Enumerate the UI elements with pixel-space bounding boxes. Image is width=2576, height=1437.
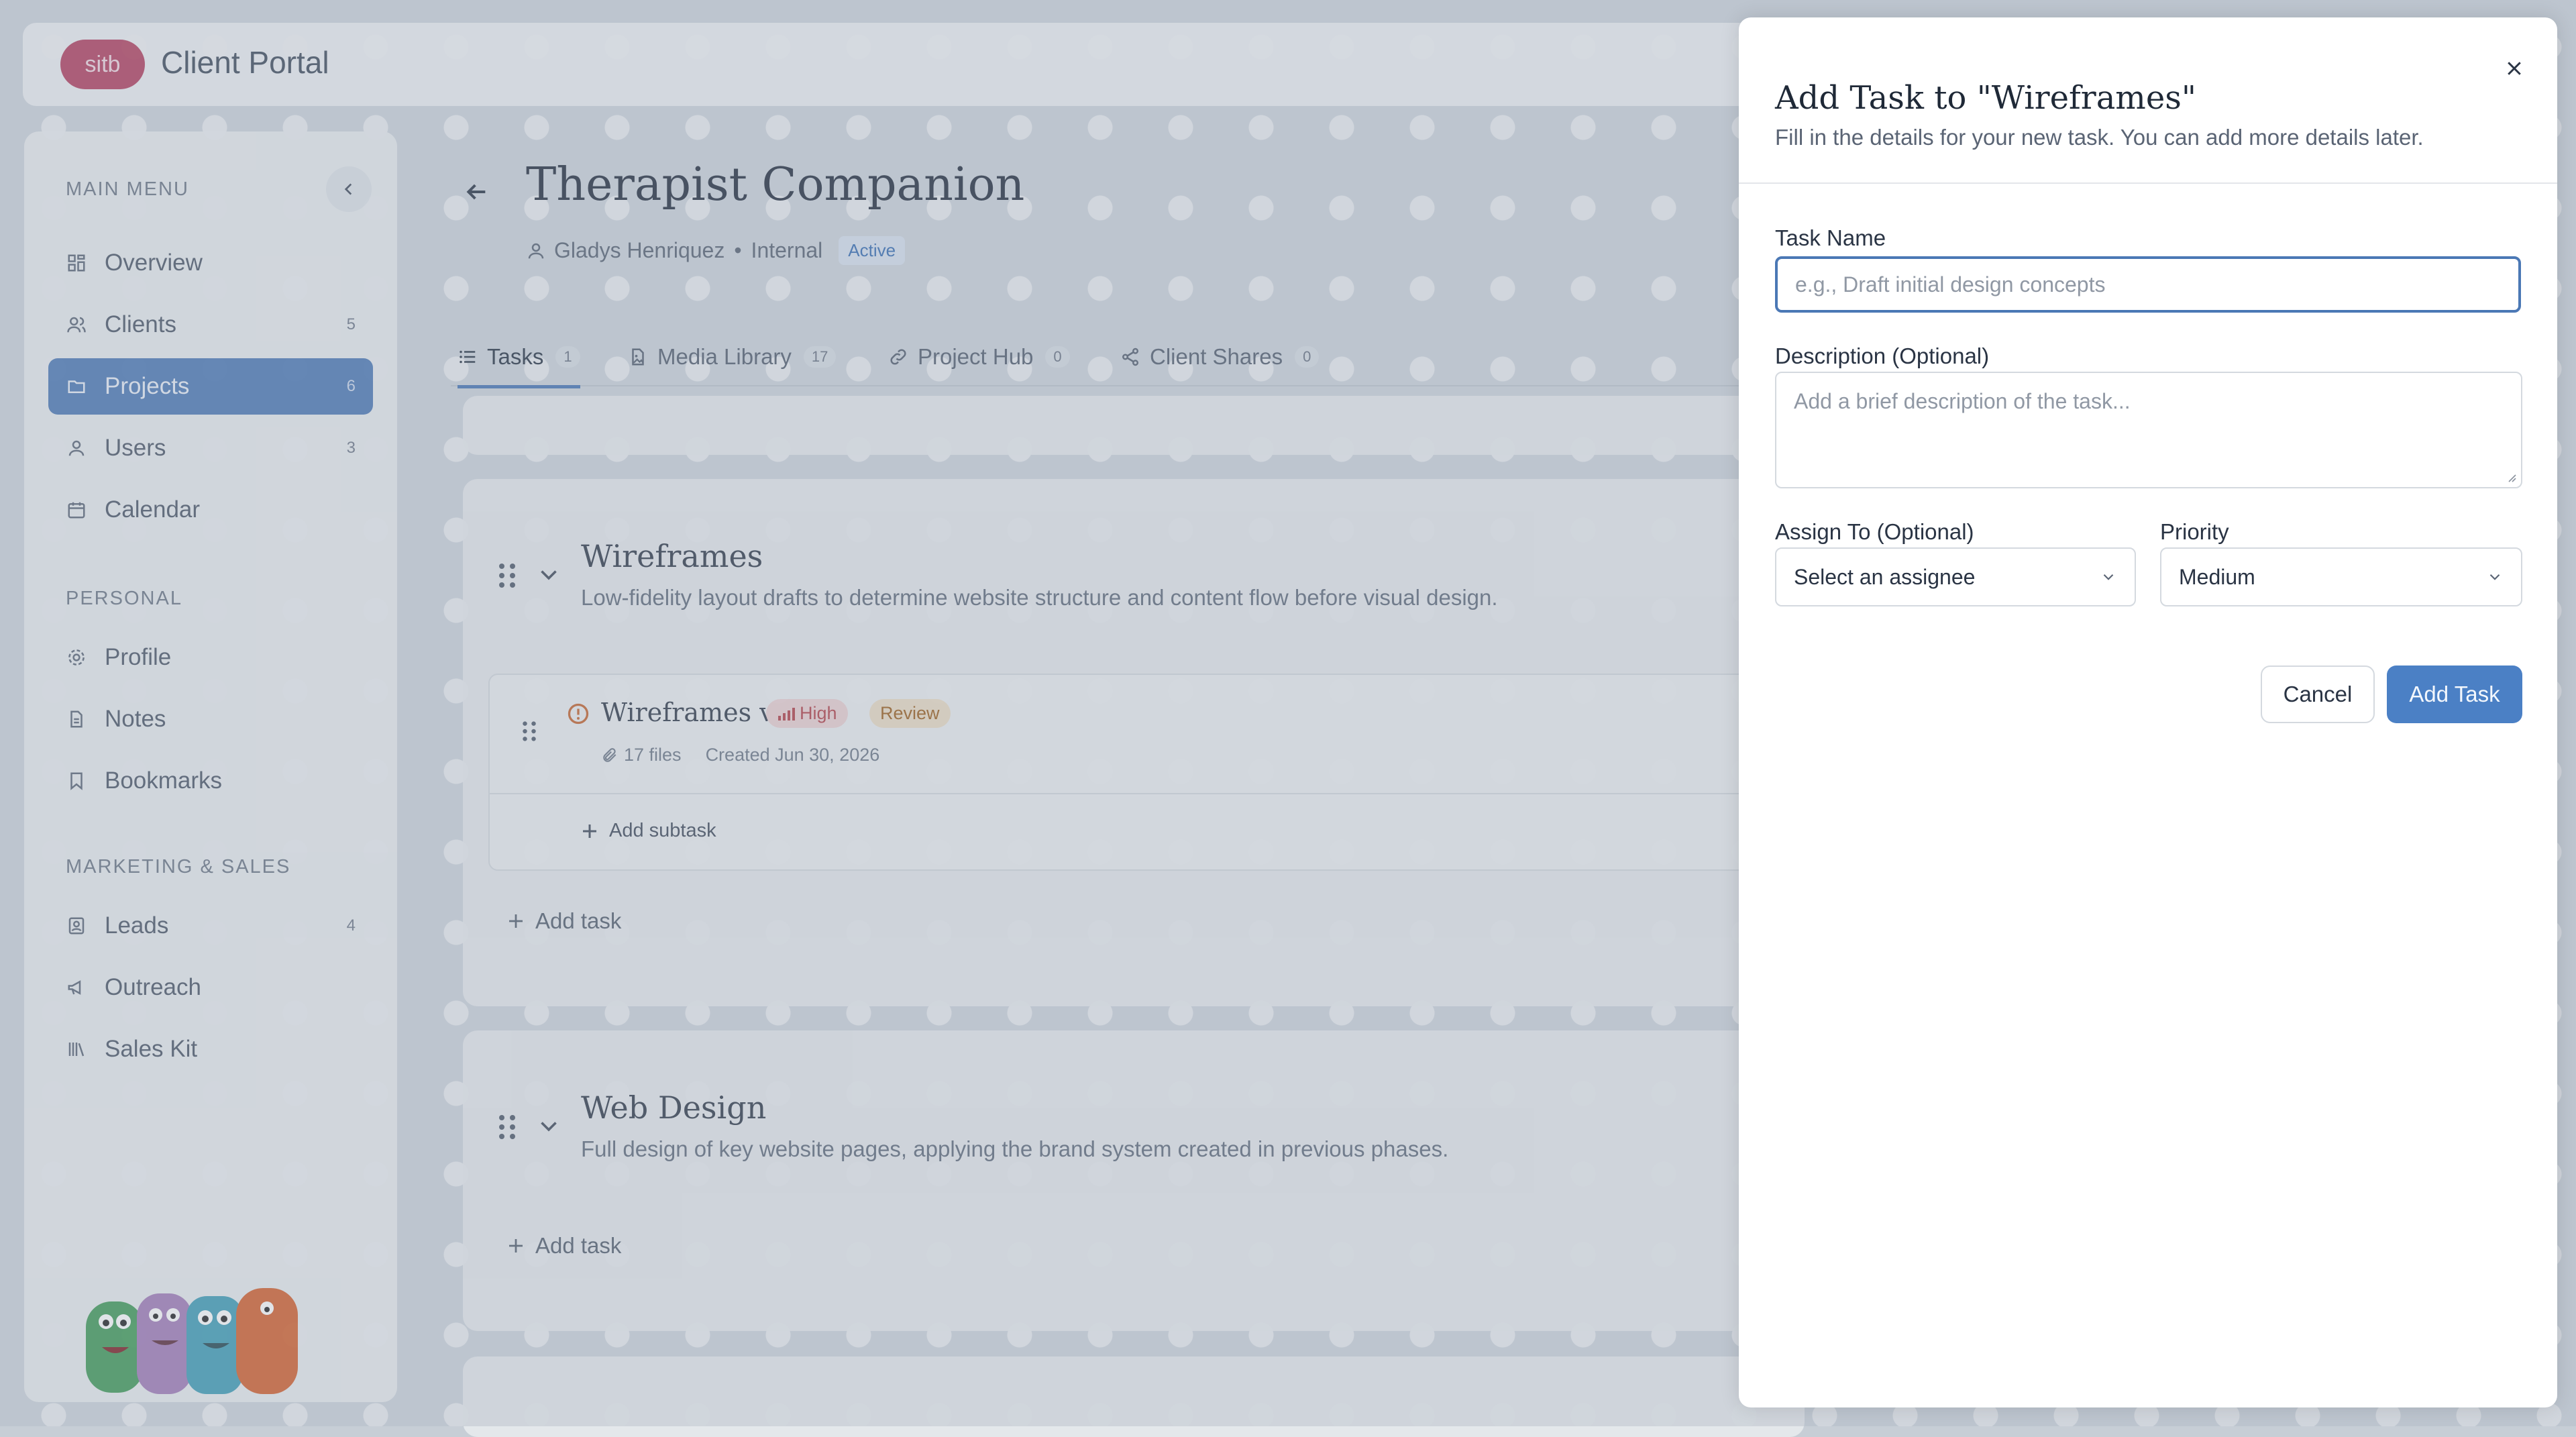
task-name-input[interactable]: e.g., Draft initial design concepts	[1775, 256, 2521, 313]
description-label: Description (Optional)	[1775, 343, 1990, 368]
description-placeholder: Add a brief description of the task...	[1794, 389, 2131, 413]
task-name-placeholder: e.g., Draft initial design concepts	[1795, 272, 2106, 297]
modal-title: Add Task to "Wireframes"	[1775, 79, 2196, 117]
close-icon	[2508, 62, 2521, 75]
chevron-down-icon	[2103, 574, 2114, 580]
resize-handle-icon[interactable]	[2505, 471, 2517, 483]
chevron-down-icon	[2489, 574, 2500, 580]
add-task-submit-button[interactable]: Add Task	[2387, 666, 2522, 723]
divider	[1739, 182, 2557, 184]
modal-subtitle: Fill in the details for your new task. Y…	[1775, 125, 2424, 150]
priority-value: Medium	[2179, 564, 2255, 589]
task-name-label: Task Name	[1775, 225, 1886, 250]
assignee-select[interactable]: Select an assignee	[1775, 547, 2136, 606]
close-button[interactable]	[2498, 52, 2530, 85]
priority-select[interactable]: Medium	[2160, 547, 2522, 606]
assignee-value: Select an assignee	[1794, 564, 1976, 589]
description-textarea[interactable]: Add a brief description of the task...	[1775, 372, 2522, 488]
priority-label: Priority	[2160, 519, 2229, 544]
assign-label: Assign To (Optional)	[1775, 519, 1974, 544]
add-task-modal: Add Task to "Wireframes" Fill in the det…	[1739, 17, 2557, 1407]
cancel-button[interactable]: Cancel	[2261, 666, 2375, 723]
